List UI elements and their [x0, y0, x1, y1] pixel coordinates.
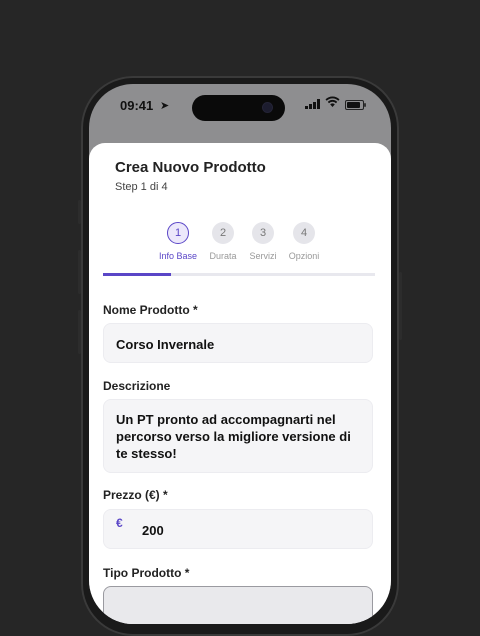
price-label: Prezzo (€) *	[103, 488, 168, 502]
phone-screen: 09:41 ➤ Crea Nuovo Prodotto Step 1 di 4 …	[89, 84, 391, 624]
phone-power-button	[399, 272, 402, 340]
step-indicator-text: Step 1 di 4	[115, 181, 168, 193]
step-number: 1	[167, 222, 189, 244]
type-label: Tipo Prodotto *	[103, 566, 190, 580]
step-number: 3	[252, 222, 274, 244]
status-time: 09:41	[120, 98, 154, 113]
step-progress-bar	[103, 273, 375, 276]
product-type-select[interactable]	[103, 586, 373, 624]
price-input[interactable]: € 200	[103, 509, 373, 549]
description-value: Un PT pronto ad accompagnarti nel percor…	[116, 412, 351, 461]
step-number: 2	[212, 222, 234, 244]
product-name-input[interactable]: Corso Invernale	[103, 323, 373, 363]
battery-icon	[345, 100, 366, 110]
dynamic-island	[192, 95, 285, 121]
description-label: Descrizione	[103, 379, 171, 393]
camera-icon	[263, 103, 272, 112]
status-bar: 09:41 ➤	[89, 84, 391, 130]
product-name-value: Corso Invernale	[116, 337, 215, 352]
step-number: 4	[293, 222, 315, 244]
name-label: Nome Prodotto *	[103, 303, 198, 317]
signal-icon	[305, 99, 320, 109]
description-textarea[interactable]: Un PT pronto ad accompagnarti nel percor…	[103, 399, 373, 473]
location-arrow-icon: ➤	[160, 100, 170, 112]
price-value: 200	[142, 523, 164, 538]
create-product-sheet: Crea Nuovo Prodotto Step 1 di 4 1 Info B…	[89, 143, 391, 624]
step-opzioni[interactable]: 4 Opzioni	[274, 222, 334, 261]
step-progress-fill	[103, 273, 171, 276]
wifi-icon	[325, 96, 340, 107]
step-label: Opzioni	[288, 251, 320, 261]
euro-icon: €	[116, 516, 123, 530]
page-title: Crea Nuovo Prodotto	[115, 159, 266, 176]
